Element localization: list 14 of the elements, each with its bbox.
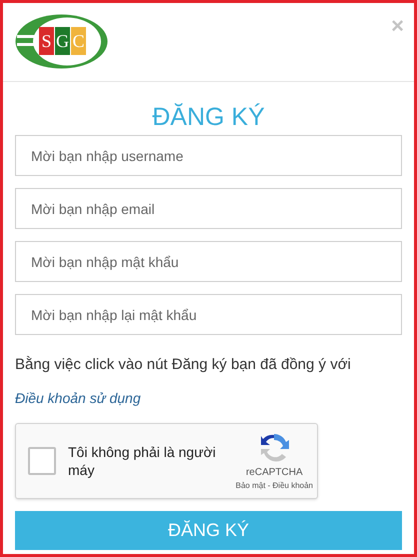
captcha-checkbox[interactable] bbox=[28, 447, 56, 475]
input-field[interactable]: Mời bạn nhập email bbox=[15, 188, 402, 229]
input-field[interactable]: Mời bạn nhập mật khẩu bbox=[15, 241, 402, 282]
dialog-title: ĐĂNG KÝ bbox=[151, 102, 266, 132]
agreement-text: Bằng việc click vào nút Đăng ký bạn đã đồng ý với bbox=[15, 355, 352, 375]
input-field[interactable]: Mời bạn nhập lại mật khẩu bbox=[15, 294, 402, 335]
captcha-label: Tôi không phải là người máy bbox=[68, 443, 217, 479]
terms-link[interactable]: Điều khoản sử dụng bbox=[15, 389, 141, 407]
input-field[interactable]: Mời bạn nhập username bbox=[15, 135, 402, 176]
logo-letter: C bbox=[71, 27, 86, 55]
recaptcha-brand: reCAPTCHA bbox=[246, 466, 303, 480]
logo-letter: G bbox=[55, 27, 70, 55]
logo-letter: S bbox=[39, 27, 54, 55]
privacy-terms-links[interactable]: Bảo mật - Điều khoản bbox=[236, 480, 313, 492]
